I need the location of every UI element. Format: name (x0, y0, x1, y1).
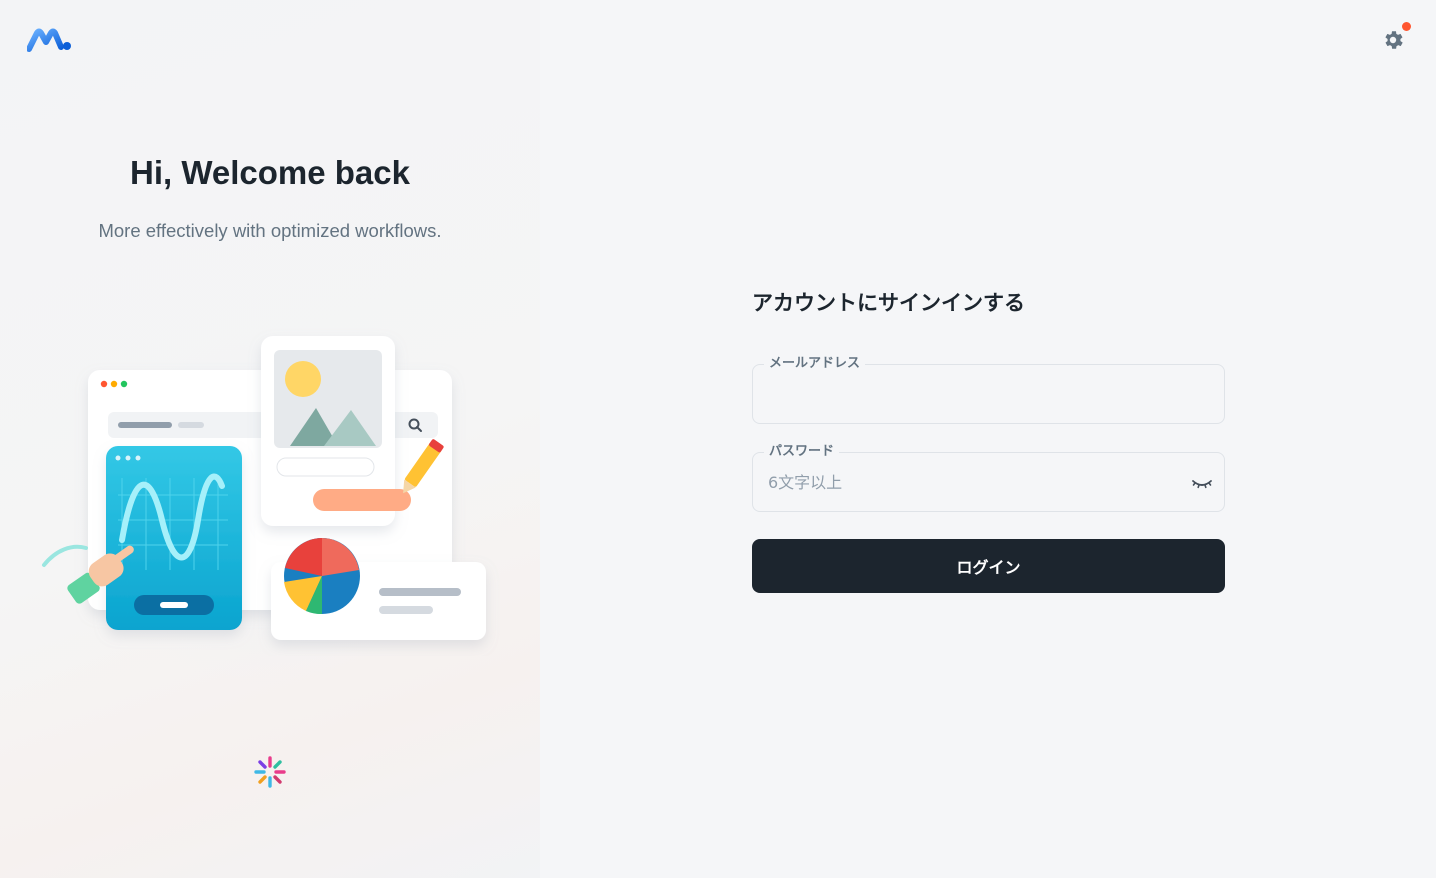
welcome-title: Hi, Welcome back (129, 154, 410, 191)
welcome-panel: Hi, Welcome back More effectively with o… (0, 0, 540, 878)
password-field[interactable]: パスワード (752, 444, 1225, 512)
spark-mark-icon (254, 756, 286, 788)
password-input[interactable] (768, 453, 1178, 511)
login-form: アカウントにサインインする メールアドレス パスワード ログイン (752, 286, 1225, 593)
email-field[interactable]: メールアドレス (752, 356, 1225, 424)
notification-dot (1402, 22, 1411, 31)
eye-closed-icon[interactable] (1190, 471, 1214, 495)
settings-button[interactable] (1375, 22, 1411, 58)
login-title: アカウントにサインインする (752, 291, 1025, 315)
login-panel: アカウントにサインインする メールアドレス パスワード ログイン (540, 0, 1436, 878)
dashboard-illustration (42, 315, 486, 685)
email-input[interactable] (768, 365, 1178, 423)
welcome-subtitle: More effectively with optimized workflow… (98, 220, 442, 241)
brand-logo-icon[interactable] (27, 27, 73, 53)
gear-icon (1385, 31, 1403, 49)
login-button[interactable]: ログイン (752, 539, 1225, 593)
